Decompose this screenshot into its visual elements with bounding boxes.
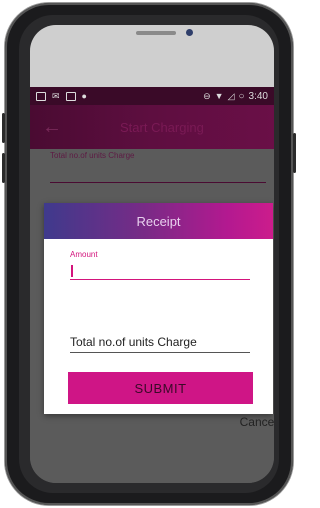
clock: 3:40	[248, 90, 268, 102]
app-bar: ← Start Charging	[30, 105, 274, 149]
notch-area	[30, 25, 274, 87]
notification-app-icon	[36, 91, 46, 101]
dialog-header: Receipt	[44, 203, 273, 239]
status-notifications: ✉ ●	[36, 91, 87, 102]
background-units-underline	[50, 182, 266, 183]
power-button	[293, 133, 296, 173]
wifi-icon: ▼	[214, 91, 224, 101]
volume-up-button	[2, 113, 5, 143]
receipt-dialog: Receipt Amount Total no.of units Charge …	[44, 203, 274, 429]
mail-icon: ✉	[52, 90, 60, 101]
amount-input[interactable]	[70, 261, 250, 280]
status-bar: ✉ ● ⊖ ▼ ◿ ○ 3:40	[30, 87, 274, 105]
status-system: ⊖ ▼ ◿ ○ 3:40	[203, 91, 268, 102]
front-camera-icon	[186, 29, 193, 36]
speaker-grille	[136, 31, 176, 35]
text-cursor	[71, 265, 73, 277]
battery-icon: ○	[238, 90, 245, 102]
back-arrow-icon[interactable]: ←	[42, 116, 62, 139]
amount-label: Amount	[70, 250, 98, 259]
page-title: Start Charging	[120, 119, 204, 135]
volume-down-button	[2, 153, 5, 183]
whatsapp-icon: ●	[81, 91, 87, 101]
do-not-disturb-icon: ⊖	[203, 90, 211, 101]
dialog-title: Receipt	[136, 213, 181, 229]
signal-icon: ◿	[227, 90, 235, 101]
image-icon	[65, 91, 76, 101]
background-units-label: Total no.of units Charge	[50, 151, 135, 160]
phone-screen: ✉ ● ⊖ ▼ ◿ ○ 3:40 ← Start Charging Total …	[30, 25, 274, 483]
phone-frame: ✉ ● ⊖ ▼ ◿ ○ 3:40 ← Start Charging Total …	[2, 3, 296, 505]
units-charge-field[interactable]: Total no.of units Charge	[70, 334, 250, 353]
cancel-button[interactable]: Cancel	[240, 415, 274, 429]
submit-button[interactable]: SUBMIT	[68, 372, 253, 404]
